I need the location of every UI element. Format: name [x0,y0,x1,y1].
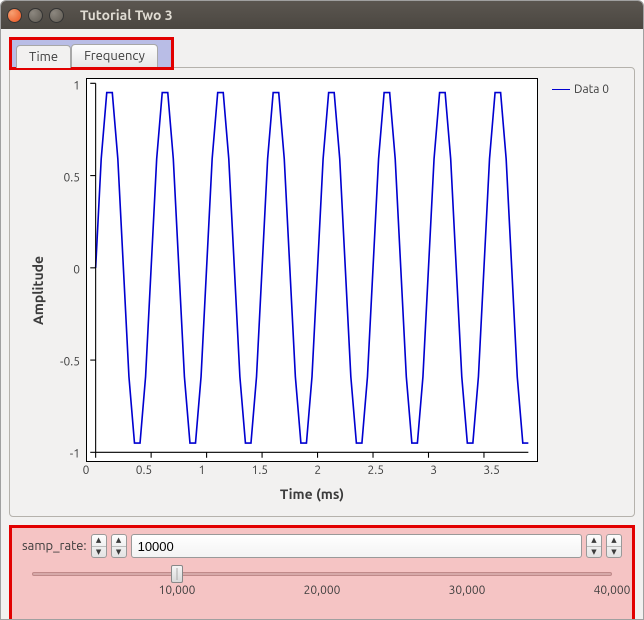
y-tick: 1 [73,79,80,92]
samp-rate-input[interactable] [131,534,582,558]
slider-tick: 30,000 [449,584,486,597]
samp-rate-label: samp_rate: [22,539,87,553]
x-tick: 3 [430,464,437,477]
samp-rate-panel: samp_rate: ▲ ▼ ▲ ▼ ▲ ▼ ▲ ▼ [9,525,635,620]
waveform-svg [87,79,537,461]
y-axis: 1 0.5 0 -0.5 -1 [50,78,86,462]
slider-tick: 20,000 [304,584,341,597]
titlebar[interactable]: Tutorial Two 3 [1,1,643,29]
x-tick: 3.5 [483,464,500,477]
samp-rate-fine-stepper[interactable]: ▲ ▼ [111,534,127,558]
y-tick: -0.5 [60,356,80,369]
samp-rate-coarse-stepper-right[interactable]: ▲ ▼ [606,534,622,558]
legend-line-icon [552,89,570,90]
tabs-highlight: Time Frequency [9,37,174,70]
app-window: Tutorial Two 3 Time Frequency Amplitude … [0,0,644,620]
x-axis: 0 0.5 1 1.5 2 2.5 3 3.5 [86,462,538,484]
minimize-icon[interactable] [28,8,43,23]
plot-area[interactable]: Data 0 [86,78,538,462]
chevron-down-icon[interactable]: ▼ [112,547,126,558]
chevron-up-icon[interactable]: ▲ [587,535,601,547]
x-tick: 1 [199,464,206,477]
client-area: Time Frequency Amplitude 1 0.5 0 -0.5 -1 [1,29,643,619]
samp-rate-fine-stepper-right[interactable]: ▲ ▼ [586,534,602,558]
y-tick: -1 [70,448,80,461]
slider-thumb[interactable] [171,565,183,583]
y-axis-label: Amplitude [26,78,50,502]
chevron-up-icon[interactable]: ▲ [112,535,126,547]
slider-rail [32,572,612,576]
x-tick: 1.5 [252,464,269,477]
samp-rate-slider[interactable] [32,572,612,576]
close-icon[interactable] [7,8,22,23]
legend-label: Data 0 [574,83,609,96]
x-tick: 0.5 [136,464,153,477]
chevron-down-icon[interactable]: ▼ [587,547,601,558]
chevron-down-icon[interactable]: ▼ [92,547,106,558]
legend-gutter [538,78,618,502]
samp-rate-coarse-stepper[interactable]: ▲ ▼ [91,534,107,558]
slider-tick: 40,000 [594,584,631,597]
window-title: Tutorial Two 3 [80,7,173,23]
legend: Data 0 [552,83,609,96]
y-tick: 0.5 [64,171,81,184]
chevron-up-icon[interactable]: ▲ [92,535,106,547]
x-tick: 0 [83,464,90,477]
tab-time[interactable]: Time [16,45,71,68]
x-axis-label: Time (ms) [86,486,538,502]
maximize-icon[interactable] [49,8,64,23]
slider-tick: 10,000 [159,584,196,597]
y-tick: 0 [73,264,80,277]
chevron-up-icon[interactable]: ▲ [607,535,621,547]
x-tick: 2.5 [367,464,384,477]
plot-pane: Amplitude 1 0.5 0 -0.5 -1 [9,67,635,517]
x-tick: 2 [314,464,321,477]
tabs: Time Frequency [16,44,167,67]
slider-ticks: 10,000 20,000 30,000 40,000 [32,584,612,604]
chevron-down-icon[interactable]: ▼ [607,547,621,558]
tab-frequency[interactable]: Frequency [71,44,158,67]
